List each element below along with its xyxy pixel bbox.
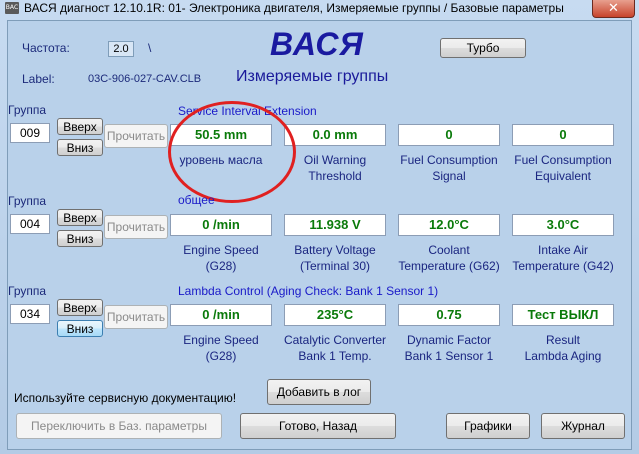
measure-desc-line2: Signal bbox=[432, 169, 466, 183]
measure-value: 235°C bbox=[284, 304, 386, 326]
measure-desc-line1: Catalytic Converter bbox=[283, 333, 387, 347]
label-caption: Label: bbox=[22, 72, 55, 86]
group-up-button[interactable]: Вверх bbox=[57, 299, 103, 316]
measure-desc-line1: Result bbox=[545, 333, 580, 347]
add-to-log-button[interactable]: Добавить в лог bbox=[267, 379, 371, 405]
group-up-button[interactable]: Вверх bbox=[57, 118, 103, 135]
group-number-input[interactable]: 034 bbox=[10, 304, 50, 324]
group-title: Lambda Control (Aging Check: Bank 1 Sens… bbox=[178, 284, 439, 298]
group-caption: Группа bbox=[8, 194, 47, 208]
measure-desc-line1: Coolant bbox=[428, 243, 470, 257]
group-number-input[interactable]: 004 bbox=[10, 214, 50, 234]
frequency-label: Частота: bbox=[22, 41, 70, 55]
group-caption: Группа bbox=[8, 103, 47, 117]
measure-desc-line2: (Terminal 30) bbox=[299, 259, 371, 273]
measure-value: 11.938 V bbox=[284, 214, 386, 236]
group-read-button[interactable]: Прочитать bbox=[104, 215, 168, 239]
measure-desc-line1: Dynamic Factor bbox=[406, 333, 492, 347]
measure-desc-line1: Engine Speed bbox=[183, 333, 259, 347]
label-file: 03C-906-027-CAV.CLB bbox=[88, 73, 202, 85]
group-number-input[interactable]: 009 bbox=[10, 123, 50, 143]
title-bar[interactable]: ВАС ВАСЯ диагност 12.10.1R: 01- Электрон… bbox=[0, 0, 639, 18]
measure-desc-line2: Equivalent bbox=[534, 169, 592, 183]
app-logo-title: ВАСЯ bbox=[270, 26, 364, 62]
measure-desc-line1: Fuel Consumption bbox=[400, 153, 498, 167]
main-window: ВАС ВАСЯ диагност 12.10.1R: 01- Электрон… bbox=[0, 0, 639, 454]
app-icon: ВАС bbox=[5, 2, 19, 14]
measure-desc-line2: Temperature (G42) bbox=[512, 259, 614, 273]
group-down-button[interactable]: Вниз bbox=[57, 230, 103, 247]
journal-button[interactable]: Журнал bbox=[541, 413, 625, 439]
measure-value: Тест ВЫКЛ bbox=[512, 304, 614, 326]
frequency-suffix: \ bbox=[148, 41, 152, 55]
close-button[interactable]: ✕ bbox=[592, 0, 635, 18]
measure-value: 0 bbox=[398, 124, 500, 146]
group-down-button[interactable]: Вниз bbox=[57, 320, 103, 337]
measure-value: 12.0°C bbox=[398, 214, 500, 236]
group-title: общее bbox=[178, 193, 215, 207]
group-down-button[interactable]: Вниз bbox=[57, 139, 103, 156]
measure-desc-line2: Bank 1 Temp. bbox=[298, 349, 372, 363]
measure-value: 3.0°C bbox=[512, 214, 614, 236]
switch-basic-params-button[interactable]: Переключить в Баз. параметры bbox=[16, 413, 222, 439]
group-read-button[interactable]: Прочитать bbox=[104, 124, 168, 148]
group-caption: Группа bbox=[8, 284, 47, 298]
turbo-button[interactable]: Турбо bbox=[440, 38, 526, 58]
measure-desc-line2: (G28) bbox=[205, 259, 237, 273]
done-back-button[interactable]: Готово, Назад bbox=[240, 413, 396, 439]
measure-value: 0.0 mm bbox=[284, 124, 386, 146]
measure-desc-line2: Temperature (G62) bbox=[398, 259, 500, 273]
measure-desc-line2: (G28) bbox=[205, 349, 237, 363]
measure-desc-line1: Battery Voltage bbox=[294, 243, 376, 257]
measure-value: 0 /min bbox=[170, 304, 272, 326]
measure-desc-line2: Lambda Aging bbox=[524, 349, 602, 363]
group-up-button[interactable]: Вверх bbox=[57, 209, 103, 226]
measure-desc-line2: Bank 1 Sensor 1 bbox=[404, 349, 494, 363]
measure-value: 0 bbox=[512, 124, 614, 146]
measure-desc-line2: Threshold bbox=[308, 169, 362, 183]
group-read-button[interactable]: Прочитать bbox=[104, 305, 168, 329]
measure-value: 0.75 bbox=[398, 304, 500, 326]
client-area: Частота: 2.0 \ Label: 03C-906-027-CAV.CL… bbox=[7, 20, 632, 450]
measure-value: 0 /min bbox=[170, 214, 272, 236]
frequency-value: 2.0 bbox=[108, 41, 134, 57]
measure-desc-line1: Engine Speed bbox=[183, 243, 259, 257]
measure-desc-line1: Fuel Consumption bbox=[514, 153, 612, 167]
highlight-circle-annotation bbox=[168, 101, 296, 203]
window-title: ВАСЯ диагност 12.10.1R: 01- Электроника … bbox=[24, 1, 564, 15]
page-subtitle: Измеряемые группы bbox=[236, 68, 389, 85]
measure-desc-line1: Intake Air bbox=[537, 243, 589, 257]
documentation-hint: Используйте сервисную документацию! bbox=[14, 391, 237, 405]
graphs-button[interactable]: Графики bbox=[446, 413, 530, 439]
